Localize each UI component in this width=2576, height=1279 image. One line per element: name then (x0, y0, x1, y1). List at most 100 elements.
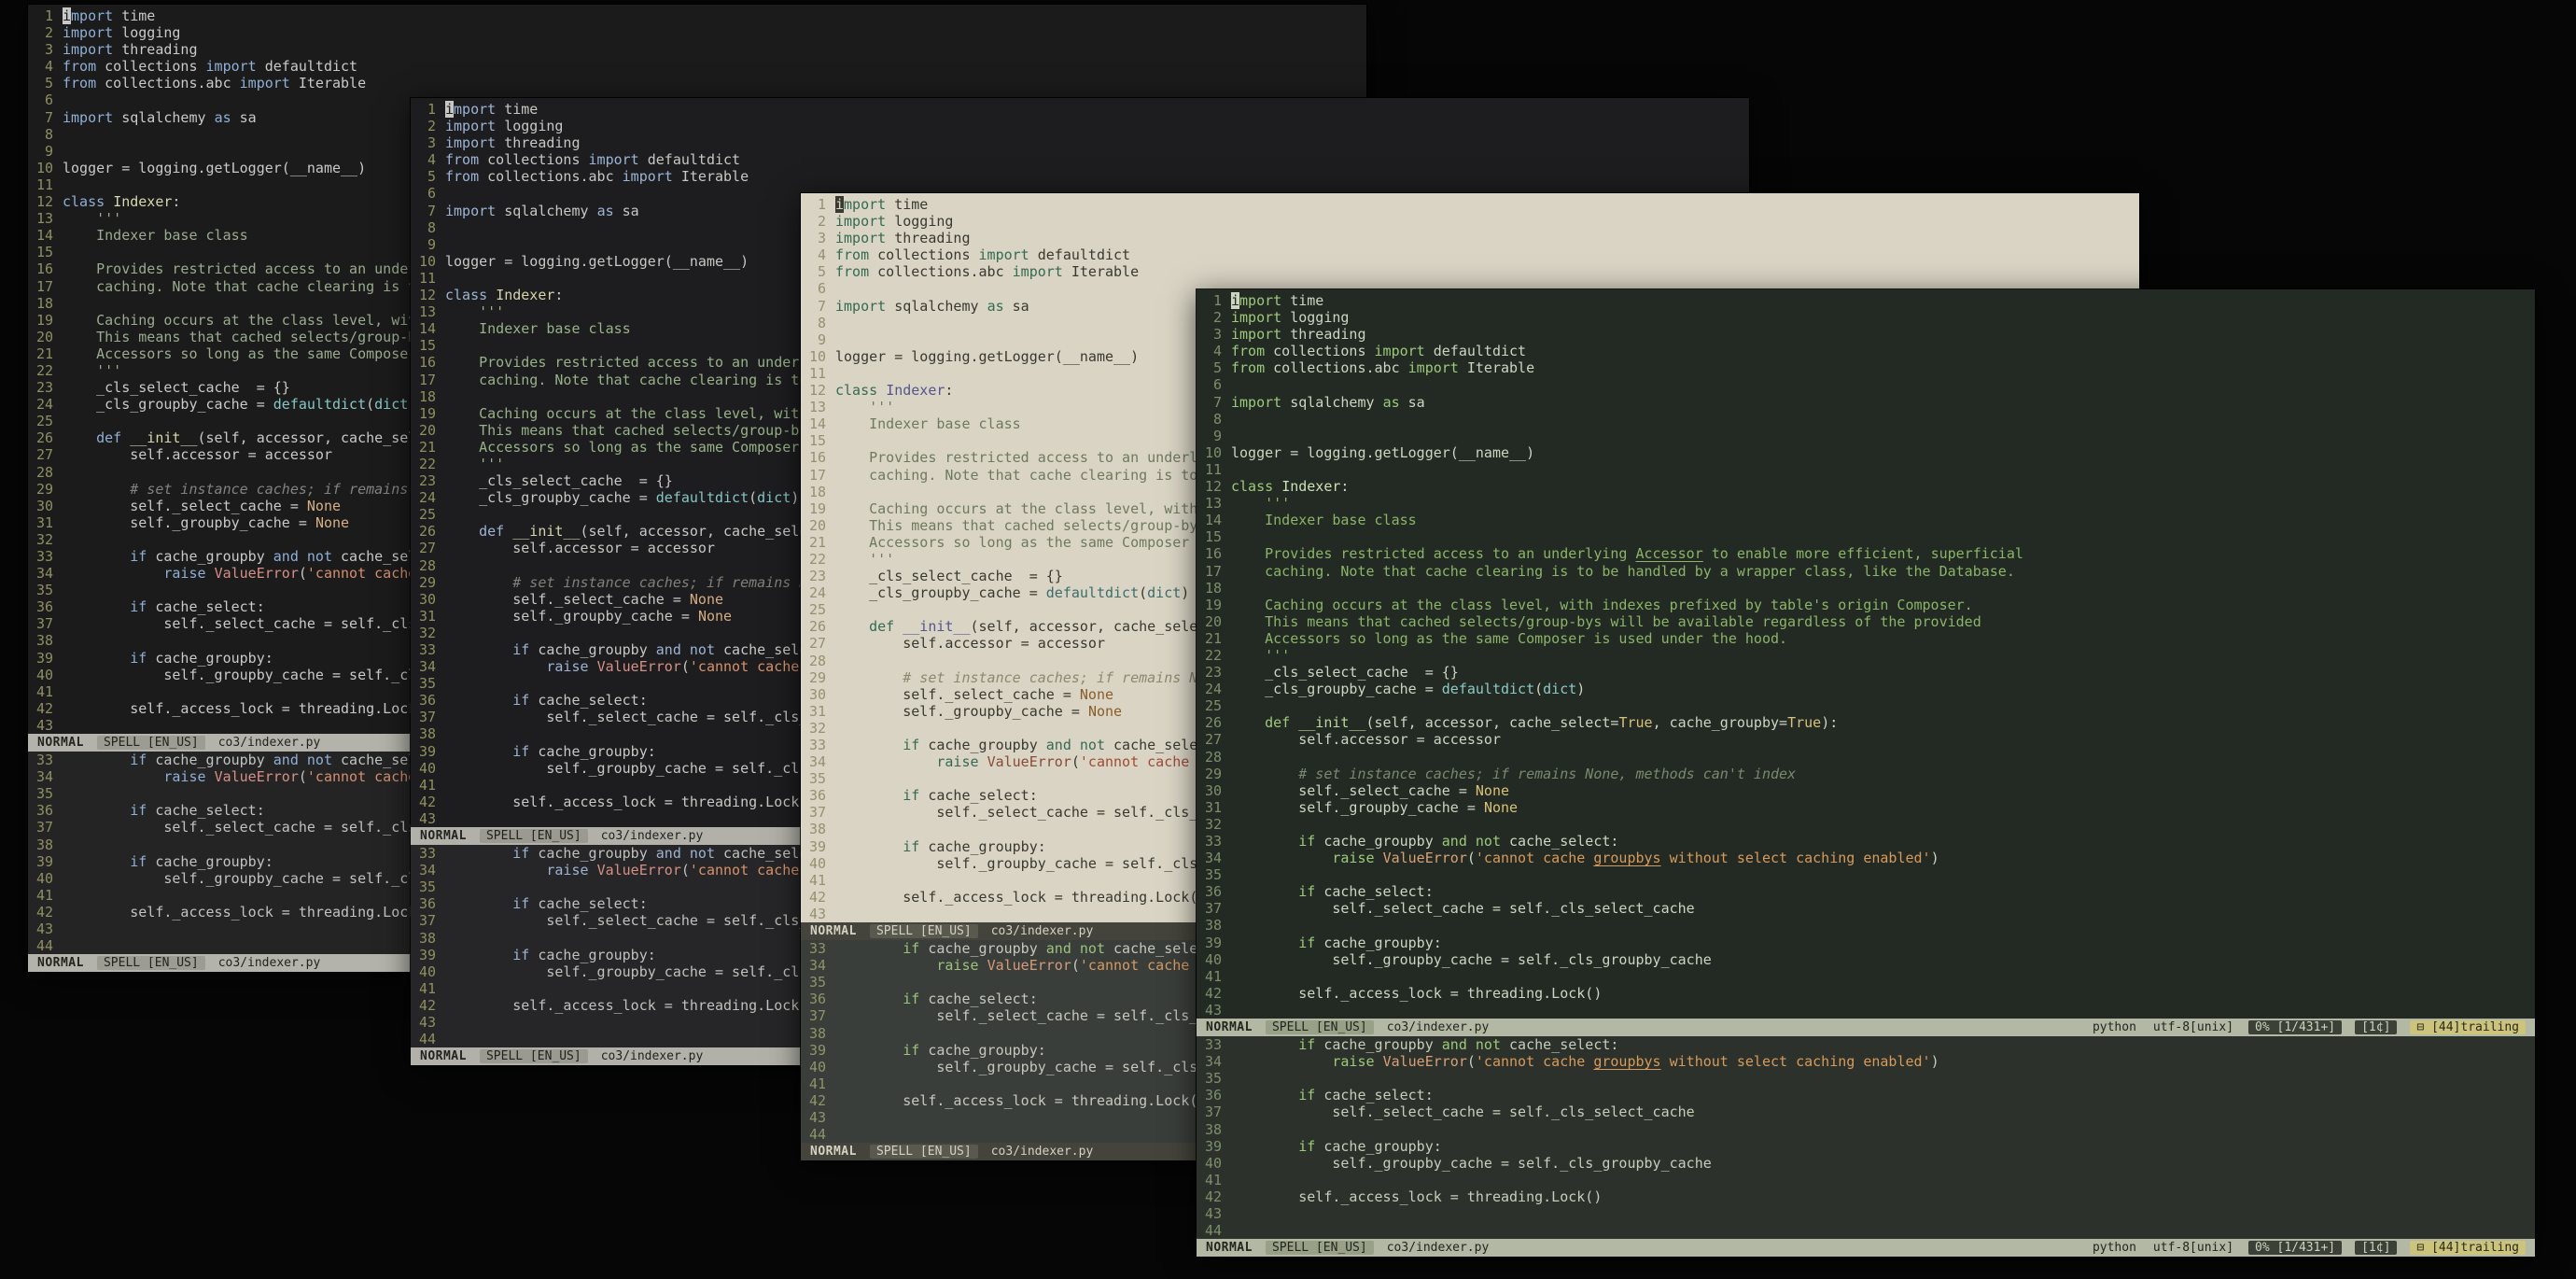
token-str: 'cannot cache (689, 658, 808, 676)
token-pl: cache_groupby (529, 845, 656, 863)
line-number: 15 (35, 244, 53, 261)
line-number: 39 (35, 852, 53, 870)
token-cls: Indexer (496, 287, 555, 304)
token-pl: time (1281, 292, 1324, 309)
code-text: self._select_cache = None (445, 591, 723, 608)
vim-window-4[interactable]: 1 import time 2 import logging 3 import threa… (1196, 288, 2536, 1258)
line-number: 39 (35, 649, 53, 667)
code-line: 16 Provides restricted access to an unde… (1197, 545, 2535, 562)
code-line: 3 import threading (411, 134, 1749, 151)
code-line: 2 import logging (1197, 309, 2535, 326)
line-number: 36 (1204, 883, 1222, 901)
code-text: if cache_groupby and not cache_select: (445, 845, 833, 862)
token-pl: cache_groupby: (529, 742, 656, 760)
filename: co3/indexer.py (1386, 1020, 1490, 1035)
code-text: if cache_groupby and not cache_select: (1231, 833, 1618, 850)
token-pl: defaultdict (1424, 343, 1527, 360)
token-bi: dict (1147, 584, 1182, 602)
token-fn: __init__ (903, 618, 971, 636)
line-number: 37 (808, 804, 826, 822)
token-kw: if (1298, 1036, 1316, 1054)
code-text: self.accessor = accessor (63, 446, 332, 463)
token-pl: self._access_lock = threading.Lock() (1231, 984, 1603, 1002)
code-line: 1 import time (801, 196, 2139, 213)
token-pl: , cache_groupby= (1652, 714, 1788, 732)
code-text: import time (63, 7, 155, 24)
token-kw: if (512, 742, 530, 760)
token-kw: if (130, 649, 147, 667)
token-pl: cache_select: (1315, 1087, 1434, 1104)
line-number: 39 (1204, 934, 1222, 951)
mode-indicator: NORMAL (420, 829, 467, 844)
line-number: 33 (418, 845, 436, 863)
token-kw: import (205, 58, 257, 76)
token-str: 'cannot cache (1079, 957, 1198, 975)
line-number: 15 (808, 432, 826, 450)
token-pl: collections.abc (1265, 359, 1408, 377)
token-pl: self.accessor = accessor (445, 540, 715, 557)
token-str: 'cannot cache (1079, 753, 1198, 771)
token-kw: import (63, 24, 114, 42)
line-number: 14 (418, 320, 436, 338)
token-pl: (self, accessor, cache_select= (1365, 714, 1619, 732)
filename: co3/indexer.py (600, 829, 704, 844)
token-pl: ( (298, 768, 307, 786)
code-text: self._select_cache = None (1231, 782, 1509, 799)
token-pl: sqlalchemy (886, 297, 987, 315)
token-doc: ''' (63, 210, 122, 228)
token-kw: from (1231, 343, 1266, 360)
code-line: 44 (1197, 1222, 2535, 1239)
line-number: 34 (1204, 1053, 1222, 1071)
line-number: 23 (1204, 664, 1222, 682)
line-number: 22 (808, 550, 826, 568)
token-kw: import (835, 297, 887, 315)
line-number: 28 (1204, 748, 1222, 766)
token-pl: ( (680, 862, 690, 879)
code-line: 43 (1197, 1205, 2535, 1222)
token-pl: ) (1576, 681, 1586, 698)
token-pl: _cls_groupby_cache = (445, 489, 656, 507)
line-number: 42 (1204, 984, 1222, 1002)
code-text: import threading (63, 41, 198, 58)
line-number: 31 (1204, 798, 1222, 816)
token-pl: cache_select: (1501, 1036, 1619, 1054)
line-number: 23 (808, 568, 826, 585)
token-pl: self.accessor = accessor (835, 635, 1105, 653)
token-kw: if (903, 837, 920, 855)
code-line: 29 # set instance caches; if remains Non… (1197, 766, 2535, 782)
token-pl: self._access_lock = threading.Lock() (835, 1091, 1207, 1109)
token-exc: ValueError (214, 768, 299, 786)
line-number: 36 (1204, 1087, 1222, 1104)
line-number: 43 (1204, 1001, 1222, 1019)
code-text: self._access_lock = threading.Lock() (1231, 985, 1602, 1002)
line-number: 41 (1204, 967, 1222, 985)
token-doc: Provides restricted access to an underly… (1231, 545, 1636, 563)
token-pl: logging (1281, 309, 1350, 327)
token-kw: if (512, 692, 530, 710)
line-number: 38 (35, 632, 53, 650)
line-number: 10 (1204, 443, 1222, 461)
code-text: self._select_cache = None (63, 498, 341, 514)
token-kw: from (835, 246, 870, 264)
editor-split-top[interactable]: 1 import time 2 import logging 3 import threa… (1197, 289, 2535, 1019)
code-line: 42 self._access_lock = threading.Lock() (1197, 985, 2535, 1002)
editor-split-bottom[interactable]: 33 if cache_groupby and not cache_select… (1197, 1036, 2535, 1240)
code-line: 33 if cache_groupby and not cache_select… (1197, 833, 2535, 850)
code-line: 7 import sqlalchemy as sa (1197, 394, 2535, 411)
token-exc: ValueError (1382, 1053, 1467, 1071)
token-kw: if (903, 787, 920, 805)
line-number: 21 (35, 344, 53, 362)
token-kw: and (655, 641, 681, 658)
line-number: 39 (808, 1041, 826, 1059)
code-text: if cache_groupby: (445, 947, 656, 963)
line-number: 33 (808, 737, 826, 753)
line-number: 42 (418, 793, 436, 810)
line-number: 44 (808, 1126, 826, 1144)
